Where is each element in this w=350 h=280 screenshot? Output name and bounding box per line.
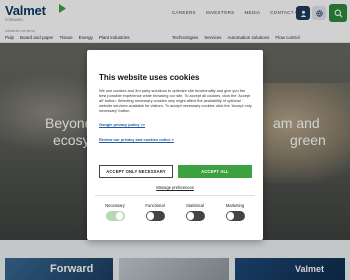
accept-all-button[interactable]: ACCEPT ALL <box>178 165 252 178</box>
dialog-divider <box>95 195 255 196</box>
privacy-notice-link[interactable]: Review our privacy and cookies notice > <box>99 137 174 142</box>
functional-switch[interactable] <box>145 211 165 221</box>
toggle-functional: Functional <box>136 203 174 221</box>
cookie-dialog: This website uses cookies We use cookies… <box>87 50 263 240</box>
necessary-switch <box>105 211 125 221</box>
accept-necessary-button[interactable]: ACCEPT ONLY NECESSARY <box>99 165 173 178</box>
marketing-switch[interactable] <box>225 211 245 221</box>
cookie-toggles: Necessary Functional Statistical Marketi… <box>95 203 255 221</box>
toggle-statistical-label: Statistical <box>186 203 204 208</box>
google-privacy-link[interactable]: Google privacy policy >> <box>99 122 145 127</box>
statistical-switch[interactable] <box>185 211 205 221</box>
toggle-necessary-label: Necessary <box>105 203 125 208</box>
toggle-functional-label: Functional <box>145 203 165 208</box>
cookie-body: We use cookies and 3rd party solutions t… <box>99 88 252 113</box>
toggle-marketing-label: Marketing <box>225 203 245 208</box>
cookie-title: This website uses cookies <box>99 73 200 82</box>
manage-preferences-link[interactable]: Manage preferences <box>87 185 263 190</box>
toggle-marketing: Marketing <box>216 203 254 221</box>
toggle-necessary: Necessary <box>96 203 134 221</box>
toggle-statistical: Statistical <box>176 203 214 221</box>
